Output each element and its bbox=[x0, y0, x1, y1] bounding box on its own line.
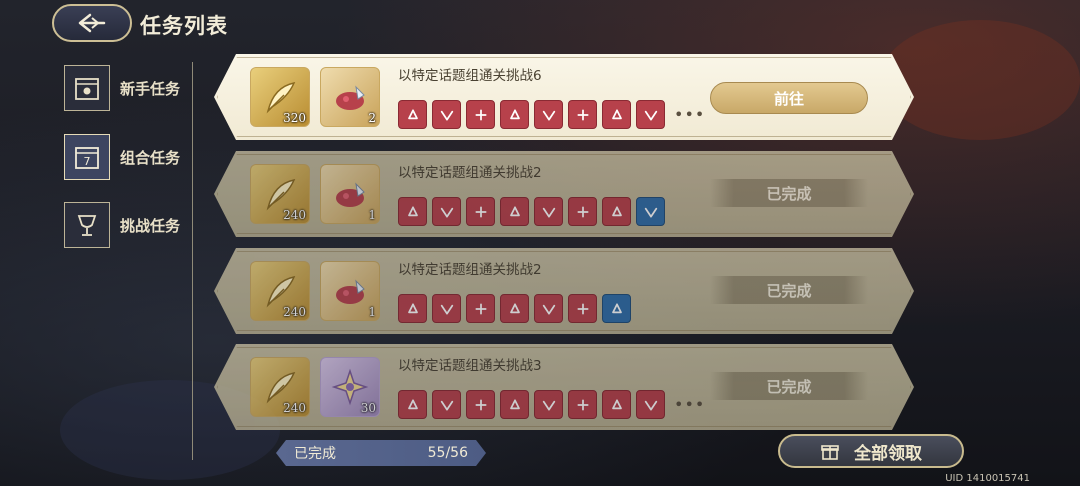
condition-badge-icon[interactable] bbox=[568, 390, 597, 419]
sidebar-item-beginner[interactable]: 新手任务 bbox=[64, 64, 180, 112]
condition-badge-icon[interactable] bbox=[602, 100, 631, 129]
condition-badge-icon[interactable] bbox=[500, 294, 529, 323]
condition-badge-icon[interactable] bbox=[500, 100, 529, 129]
reward-count: 320 bbox=[283, 111, 306, 125]
task-card: 320 2 以特定话题组通关挑战6 ••• 前往 bbox=[214, 54, 914, 140]
condition-badge-icon[interactable] bbox=[500, 390, 529, 419]
condition-badge-icon[interactable] bbox=[534, 197, 563, 226]
reward-item[interactable]: 240 bbox=[250, 357, 310, 417]
completed-badge: 已完成 bbox=[710, 372, 868, 400]
condition-badge-icon[interactable] bbox=[466, 294, 495, 323]
sidebar-item-label: 新手任务 bbox=[120, 79, 181, 98]
condition-badge-icon[interactable] bbox=[432, 390, 461, 419]
sidebar-divider bbox=[192, 62, 193, 460]
claim-all-button[interactable]: 全部领取 bbox=[778, 434, 964, 468]
condition-badge-icon[interactable] bbox=[466, 390, 495, 419]
condition-badge-icon[interactable] bbox=[636, 390, 665, 419]
reward-item[interactable]: 30 bbox=[320, 357, 380, 417]
page-title: 任务列表 bbox=[140, 14, 228, 38]
condition-badge-icon[interactable] bbox=[568, 197, 597, 226]
condition-badge-icon[interactable] bbox=[500, 197, 529, 226]
condition-row: ••• bbox=[398, 390, 705, 419]
sidebar-item-challenge[interactable]: 挑战任务 bbox=[64, 201, 180, 249]
condition-badge-icon[interactable] bbox=[534, 294, 563, 323]
gift-icon bbox=[821, 445, 839, 460]
reward-count: 240 bbox=[283, 208, 306, 222]
reward-count: 240 bbox=[283, 401, 306, 415]
reward-item[interactable]: 320 bbox=[250, 67, 310, 127]
reward-item[interactable]: 1 bbox=[320, 261, 380, 321]
red-crystal-icon bbox=[336, 182, 365, 207]
condition-badge-icon[interactable] bbox=[398, 100, 427, 129]
task-title: 以特定话题组通关挑战3 bbox=[398, 358, 542, 374]
condition-badge-icon[interactable] bbox=[602, 390, 631, 419]
reward-item[interactable]: 1 bbox=[320, 164, 380, 224]
condition-badge-icon[interactable] bbox=[398, 390, 427, 419]
condition-badge-icon[interactable] bbox=[602, 197, 631, 226]
condition-badge-icon[interactable] bbox=[432, 100, 461, 129]
reward-count: 1 bbox=[368, 208, 376, 222]
sidebar-item-combo[interactable]: 7 组合任务 bbox=[64, 133, 260, 181]
reward-item[interactable]: 2 bbox=[320, 67, 380, 127]
task-title: 以特定话题组通关挑战6 bbox=[398, 68, 542, 84]
condition-badge-icon[interactable] bbox=[568, 100, 597, 129]
task-title: 以特定话题组通关挑战2 bbox=[398, 262, 542, 278]
completion-progress: 已完成 55/56 bbox=[276, 440, 486, 466]
condition-badge-icon[interactable] bbox=[636, 100, 665, 129]
condition-badge-icon[interactable] bbox=[534, 390, 563, 419]
claim-all-label: 全部领取 bbox=[854, 443, 922, 464]
condition-badge-icon[interactable] bbox=[398, 294, 427, 323]
condition-badge-icon[interactable] bbox=[636, 197, 665, 226]
condition-badge-icon[interactable] bbox=[466, 197, 495, 226]
task-card: 240 1 以特定话题组通关挑战2 已完成 bbox=[214, 248, 914, 334]
red-crystal-icon bbox=[336, 279, 365, 304]
condition-badge-icon[interactable] bbox=[466, 100, 495, 129]
condition-row: ••• bbox=[398, 100, 705, 129]
calendar-seven-icon: 7 bbox=[64, 134, 110, 180]
condition-row bbox=[398, 197, 665, 226]
reward-count: 1 bbox=[368, 305, 376, 319]
condition-badge-icon[interactable] bbox=[398, 197, 427, 226]
completed-badge: 已完成 bbox=[710, 276, 868, 304]
back-arrow-icon bbox=[78, 13, 106, 33]
svg-text:7: 7 bbox=[84, 155, 91, 168]
reward-count: 2 bbox=[368, 111, 376, 125]
reward-item[interactable]: 240 bbox=[250, 261, 310, 321]
progress-label: 已完成 bbox=[294, 446, 336, 462]
condition-badge-icon[interactable] bbox=[602, 294, 631, 323]
calendar-sun-icon bbox=[64, 65, 110, 111]
condition-badge-icon[interactable] bbox=[568, 294, 597, 323]
go-button[interactable]: 前往 bbox=[710, 82, 868, 114]
condition-badge-icon[interactable] bbox=[432, 294, 461, 323]
sidebar-item-label: 挑战任务 bbox=[120, 216, 181, 235]
sidebar-item-label: 组合任务 bbox=[120, 148, 181, 167]
condition-badge-icon[interactable] bbox=[534, 100, 563, 129]
red-crystal-icon bbox=[336, 85, 365, 110]
progress-value: 55/56 bbox=[427, 445, 468, 461]
more-conditions-indicator: ••• bbox=[674, 105, 706, 124]
reward-count: 240 bbox=[283, 305, 306, 319]
condition-badge-icon[interactable] bbox=[432, 197, 461, 226]
task-card: 240 30 以特定话题组通关挑战3 ••• 已完成 bbox=[214, 344, 914, 430]
task-title: 以特定话题组通关挑战2 bbox=[398, 165, 542, 181]
condition-row bbox=[398, 294, 631, 323]
trophy-cup-icon bbox=[64, 202, 110, 248]
task-card: 240 1 以特定话题组通关挑战2 已完成 bbox=[214, 151, 914, 237]
more-conditions-indicator: ••• bbox=[674, 395, 706, 414]
back-button[interactable] bbox=[52, 4, 132, 42]
completed-badge: 已完成 bbox=[710, 179, 868, 207]
reward-count: 30 bbox=[360, 401, 376, 415]
user-id: UID 1410015741 bbox=[945, 473, 1030, 484]
reward-item[interactable]: 240 bbox=[250, 164, 310, 224]
